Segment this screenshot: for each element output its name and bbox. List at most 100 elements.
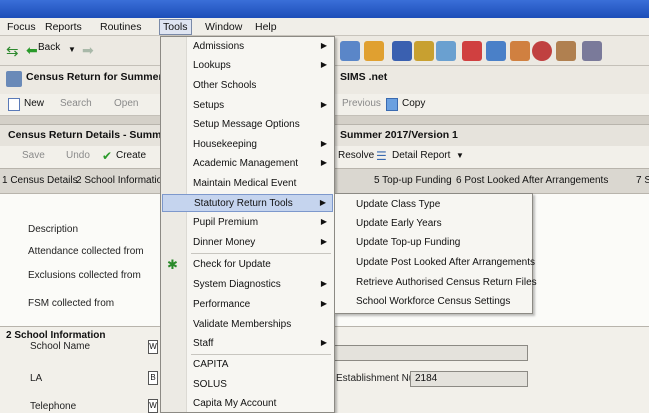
detail-report-dropdown-icon[interactable]: ▼: [456, 151, 464, 160]
home-building-icon[interactable]: [510, 41, 530, 61]
submenu-item-update-early-years[interactable]: Update Early Years: [336, 215, 531, 233]
submenu-item-workforce-census-settings[interactable]: School Workforce Census Settings: [336, 293, 531, 311]
submenu-arrow-icon: ▶: [319, 198, 326, 207]
menu-item-lookups[interactable]: Lookups ▶: [162, 57, 333, 75]
submenu-item-label: Update Class Type: [356, 199, 441, 210]
menu-item-label: Setup Message Options: [193, 119, 300, 130]
menu-tools[interactable]: Tools: [159, 19, 192, 35]
menu-item-admissions[interactable]: Admissions ▶: [162, 38, 333, 56]
menu-item-validate-memberships[interactable]: Validate Memberships: [162, 316, 333, 334]
window-titlebar: [0, 0, 649, 18]
staff-icon[interactable]: [392, 41, 412, 61]
tab-post-looked-after[interactable]: 6 Post Looked After Arrangements: [456, 175, 608, 186]
menu-separator: [191, 354, 331, 355]
edit-icon[interactable]: [462, 41, 482, 61]
menu-item-label: Housekeeping: [193, 139, 257, 150]
forward-arrow-icon[interactable]: ➡: [82, 42, 94, 59]
la-label: LA: [30, 373, 43, 384]
menu-reports[interactable]: Reports: [42, 20, 85, 34]
validate-button[interactable]: Resolve: [338, 150, 374, 161]
open-button[interactable]: Open: [114, 98, 138, 109]
search-button[interactable]: Search: [60, 98, 92, 109]
submenu-item-update-post-looked-after[interactable]: Update Post Looked After Arrangements: [336, 254, 535, 272]
menu-item-setup-message-options[interactable]: Setup Message Options: [162, 116, 333, 134]
menu-item-capita[interactable]: CAPITA: [162, 356, 333, 374]
submenu-arrow-icon: ▶: [320, 158, 327, 167]
submenu-item-update-class-type[interactable]: Update Class Type: [336, 196, 531, 214]
menu-bar: Focus Reports Routines Tools Window Help: [0, 18, 649, 36]
menu-item-label: Capita My Account: [193, 398, 277, 409]
menu-item-label: Dinner Money: [193, 237, 256, 248]
people-icon[interactable]: [340, 41, 360, 61]
detail-report-button[interactable]: Detail Report: [392, 150, 450, 161]
contacts-icon[interactable]: [414, 41, 434, 61]
menu-item-label: Lookups: [193, 60, 231, 71]
menu-item-label: Check for Update: [193, 259, 271, 270]
menu-item-label: Validate Memberships: [193, 319, 292, 330]
user-icon[interactable]: [486, 41, 506, 61]
menu-item-academic-management[interactable]: Academic Management ▶: [162, 155, 333, 173]
menu-separator: [191, 253, 331, 254]
copy-icon[interactable]: [386, 98, 398, 111]
submenu-item-update-top-up-funding[interactable]: Update Top-up Funding: [336, 234, 531, 252]
school-name-label: School Name: [30, 341, 91, 352]
menu-item-label: SOLUS: [193, 379, 227, 390]
more-icon[interactable]: [582, 41, 602, 61]
submenu-item-retrieve-census-files[interactable]: Retrieve Authorised Census Return Files: [336, 274, 537, 292]
menu-item-system-diagnostics[interactable]: System Diagnostics ▶: [162, 276, 333, 294]
tab-top-up-funding[interactable]: 5 Top-up Funding: [374, 175, 452, 186]
book-icon[interactable]: [436, 41, 456, 61]
menu-routines[interactable]: Routines: [97, 20, 144, 34]
create-check-icon[interactable]: ✔: [102, 149, 112, 163]
menu-item-label: Pupil Premium: [193, 217, 259, 228]
menu-item-statutory-return-tools[interactable]: Statutory Return Tools ▶: [162, 194, 333, 212]
menu-item-check-for-update[interactable]: ✱ Check for Update: [162, 256, 333, 274]
school-name-welsh-box[interactable]: W: [148, 340, 158, 354]
menu-item-label: Statutory Return Tools: [194, 198, 293, 209]
back-arrow-icon[interactable]: ⬅: [26, 42, 38, 59]
fsm-label: FSM collected from: [28, 298, 115, 309]
tab-school-information[interactable]: 2 School Information: [76, 175, 168, 186]
telephone-box[interactable]: W: [148, 399, 158, 413]
menu-item-capita-my-account[interactable]: Capita My Account: [162, 395, 333, 413]
school-name-field[interactable]: [330, 345, 528, 361]
menu-focus[interactable]: Focus: [4, 20, 39, 34]
submenu-arrow-icon: ▶: [320, 237, 327, 246]
person-icon[interactable]: [556, 41, 576, 61]
menu-item-label: CAPITA: [193, 359, 229, 370]
menu-help[interactable]: Help: [252, 20, 280, 34]
menu-item-label: Academic Management: [193, 158, 299, 169]
back-button[interactable]: Back: [38, 42, 60, 53]
home-icon[interactable]: ⇆: [6, 42, 19, 60]
menu-item-maintain-medical-event[interactable]: Maintain Medical Event: [162, 175, 333, 193]
submenu-item-label: Update Post Looked After Arrangements: [356, 257, 535, 268]
menu-item-performance[interactable]: Performance ▶: [162, 296, 333, 314]
menu-item-solus[interactable]: SOLUS: [162, 376, 333, 394]
menu-item-staff[interactable]: Staff ▶: [162, 335, 333, 353]
menu-item-setups[interactable]: Setups ▶: [162, 97, 333, 115]
menu-item-other-schools[interactable]: Other Schools: [162, 77, 333, 95]
new-icon[interactable]: [8, 98, 20, 111]
la-box[interactable]: B: [148, 371, 158, 385]
previous-button[interactable]: Previous: [342, 98, 381, 109]
menu-item-pupil-premium[interactable]: Pupil Premium ▶: [162, 214, 333, 232]
detail-report-icon[interactable]: ☰: [376, 149, 387, 163]
copy-button[interactable]: Copy: [402, 98, 425, 109]
create-button[interactable]: Create: [116, 150, 146, 161]
new-button[interactable]: New: [24, 98, 44, 109]
pane-title-suffix: SIMS .net: [340, 71, 388, 83]
menu-window[interactable]: Window: [202, 20, 245, 34]
menu-item-dinner-money[interactable]: Dinner Money ▶: [162, 234, 333, 252]
tab-census-details[interactable]: 1 Census Details: [2, 175, 78, 186]
establishment-field[interactable]: 2184: [410, 371, 528, 387]
save-button[interactable]: Save: [22, 150, 45, 161]
clock-icon[interactable]: [532, 41, 552, 61]
dropdown-arrow-icon[interactable]: ▼: [68, 45, 76, 54]
submenu-arrow-icon: ▶: [320, 338, 327, 347]
undo-button[interactable]: Undo: [66, 150, 90, 161]
menu-item-label: Admissions: [193, 41, 245, 52]
tab-next[interactable]: 7 S: [636, 175, 649, 186]
menu-item-label: System Diagnostics: [193, 279, 281, 290]
menu-item-housekeeping[interactable]: Housekeeping ▶: [162, 136, 333, 154]
group-icon[interactable]: [364, 41, 384, 61]
